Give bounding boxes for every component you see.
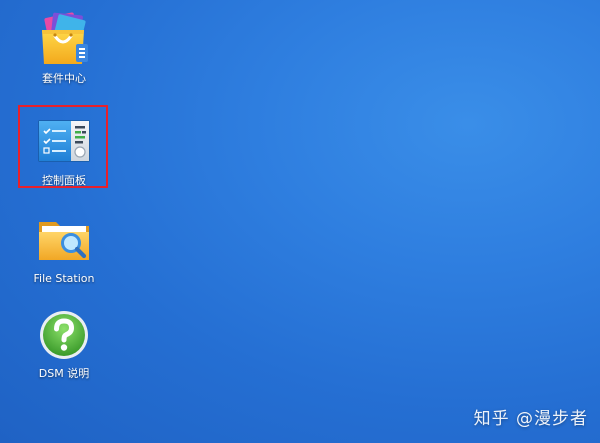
package-center-label: 套件中心 <box>42 72 86 85</box>
desktop: 套件中心 控制面板 File Station DSM 说明 知乎 @漫步者 <box>0 0 600 443</box>
file-station-icon <box>36 212 92 268</box>
file-station-label: File Station <box>33 272 95 285</box>
control-panel-label: 控制面板 <box>42 174 86 187</box>
dsm-help-shortcut[interactable]: DSM 说明 <box>20 307 108 381</box>
dsm-help-icon <box>36 307 92 363</box>
file-station-shortcut[interactable]: File Station <box>20 212 108 286</box>
package-center-icon <box>36 12 92 68</box>
control-panel-icon <box>36 114 92 170</box>
control-panel-shortcut[interactable]: 控制面板 <box>20 114 108 188</box>
watermark: 知乎 @漫步者 <box>473 409 588 429</box>
package-center-shortcut[interactable]: 套件中心 <box>20 12 108 86</box>
dsm-help-label: DSM 说明 <box>38 367 90 380</box>
